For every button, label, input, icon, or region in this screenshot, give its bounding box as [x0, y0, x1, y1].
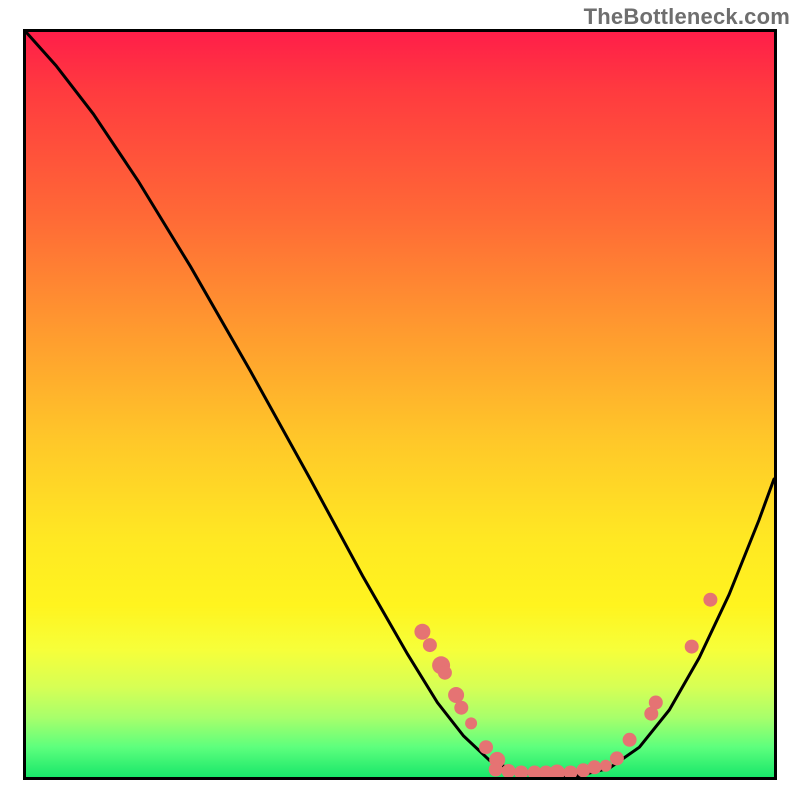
sample-dot [600, 760, 612, 772]
sample-dot [610, 751, 624, 765]
sample-dot [454, 701, 468, 715]
sample-dot [514, 766, 528, 778]
sample-dot [564, 766, 578, 778]
sample-dot [465, 717, 477, 729]
sample-dot [423, 638, 437, 652]
sample-dot [414, 624, 430, 640]
bottleneck-curve [26, 32, 774, 776]
sample-dot [479, 740, 493, 754]
sample-dot [438, 666, 452, 680]
watermark-text: TheBottleneck.com [584, 4, 790, 30]
chart-svg [26, 32, 774, 777]
sample-dot [703, 593, 717, 607]
sample-dot [489, 763, 503, 777]
sample-dot [549, 765, 565, 778]
chart-frame: TheBottleneck.com [0, 0, 800, 800]
sample-dot [623, 733, 637, 747]
sample-dot [685, 640, 699, 654]
plot-area [23, 29, 777, 780]
sample-dots-group [414, 593, 717, 777]
sample-dot [588, 760, 602, 774]
sample-dot [448, 687, 464, 703]
sample-dot [649, 696, 663, 710]
